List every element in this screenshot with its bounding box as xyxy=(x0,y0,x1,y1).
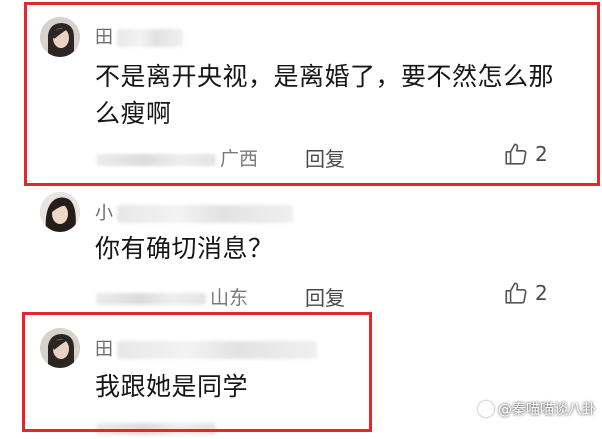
reply-button[interactable]: 回复 xyxy=(305,282,345,311)
comment-meta xyxy=(96,417,220,439)
comment-text: 你有确切消息？ xyxy=(95,234,274,263)
comment-meta: 山东 xyxy=(96,283,248,310)
avatar-image xyxy=(40,17,80,57)
redacted-date-blur xyxy=(96,422,216,435)
username-text[interactable]: 田 xyxy=(95,27,113,48)
redacted-date-blur xyxy=(96,153,216,166)
reply-button[interactable]: 回复 xyxy=(305,143,345,172)
comment-text: 不是离开央视，是离婚了，要不然怎么那么瘦啊 xyxy=(95,62,555,128)
comment-meta: 广西 xyxy=(96,144,258,171)
comment-location: 山东 xyxy=(210,287,249,309)
like-count: 2 xyxy=(535,281,548,305)
redacted-username-blur xyxy=(117,205,293,223)
redacted-date-blur xyxy=(96,292,206,305)
thumbs-up-icon xyxy=(505,143,527,165)
avatar[interactable] xyxy=(40,17,80,57)
comment-location: 广西 xyxy=(220,148,259,170)
like-button[interactable]: 2 xyxy=(503,279,548,307)
redacted-username-blur xyxy=(117,29,183,47)
avatar[interactable] xyxy=(40,192,80,232)
watermark-logo-icon xyxy=(478,401,494,417)
watermark: @秦喵喵谈八卦 xyxy=(478,399,596,419)
avatar-image xyxy=(40,192,80,232)
comment-username[interactable]: 小 xyxy=(95,199,293,225)
comment-item-1: 田 不是离开央视，是离婚了，要不然怎么那么瘦啊 广西 回复 2 xyxy=(0,0,602,190)
comment-username[interactable]: 田 xyxy=(95,335,317,361)
username-text[interactable]: 小 xyxy=(95,203,113,224)
comment-username[interactable]: 田 xyxy=(95,23,183,49)
avatar-image xyxy=(40,328,80,368)
avatar[interactable] xyxy=(40,328,80,368)
redacted-username-blur xyxy=(117,341,317,359)
thumbs-up-icon xyxy=(505,282,527,304)
comment-item-2: 小 你有确切消息？ 山东 回复 2 xyxy=(0,190,602,320)
username-text[interactable]: 田 xyxy=(95,339,113,360)
like-button[interactable]: 2 xyxy=(503,140,548,168)
watermark-text: @秦喵喵谈八卦 xyxy=(498,402,596,418)
like-count: 2 xyxy=(535,142,548,166)
